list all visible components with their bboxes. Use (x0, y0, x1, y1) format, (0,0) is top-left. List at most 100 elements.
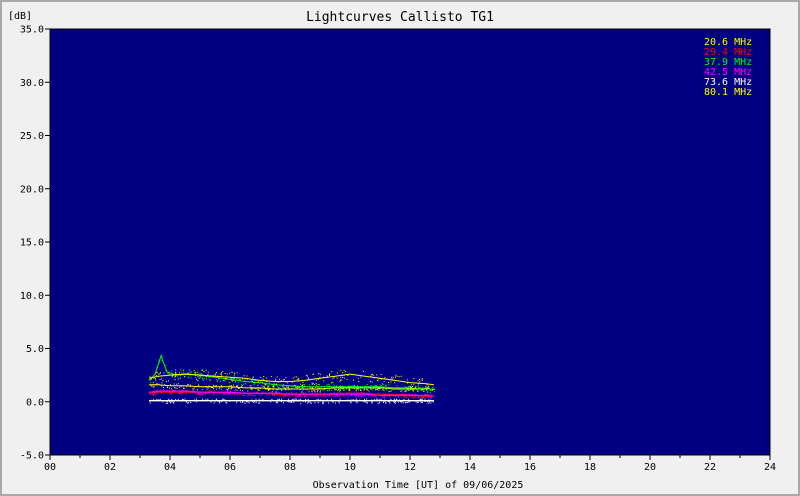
data-point (314, 391, 316, 393)
data-point (248, 395, 250, 396)
data-point (288, 387, 290, 389)
data-point (196, 390, 198, 391)
data-point (398, 396, 400, 398)
data-point (228, 378, 230, 380)
data-point (156, 391, 158, 393)
data-point (251, 393, 253, 395)
data-point (164, 384, 166, 386)
data-point (383, 394, 385, 396)
data-point (154, 393, 156, 395)
data-point (250, 388, 252, 390)
data-point (241, 390, 243, 392)
data-point (427, 391, 429, 393)
data-point (356, 388, 358, 390)
data-point (294, 398, 296, 400)
data-point (275, 380, 276, 382)
data-point (351, 385, 353, 387)
data-point (166, 387, 168, 388)
data-point (328, 390, 330, 391)
data-point (283, 402, 284, 404)
data-point (305, 375, 307, 377)
y-tick-label: 30.0 (20, 78, 44, 89)
data-point (302, 400, 304, 402)
data-point (317, 390, 319, 391)
data-point (417, 402, 419, 403)
data-point (380, 374, 382, 375)
data-point (372, 374, 374, 376)
data-point (292, 377, 294, 379)
data-point (316, 395, 318, 397)
data-point (400, 375, 402, 377)
data-point (242, 394, 244, 396)
data-point (167, 402, 169, 404)
data-point (323, 395, 325, 397)
x-tick-label: 24 (764, 462, 776, 473)
data-point (342, 377, 344, 378)
data-point (232, 378, 234, 380)
data-point (218, 379, 220, 381)
data-point (161, 356, 163, 358)
data-point (282, 379, 284, 381)
data-point (209, 379, 211, 381)
data-point (240, 401, 242, 403)
data-point (295, 396, 297, 398)
data-point (259, 400, 260, 402)
data-point (264, 385, 266, 387)
data-point (277, 402, 279, 404)
data-point (311, 391, 313, 392)
data-point (314, 402, 316, 404)
data-point (188, 371, 190, 373)
y-tick-label: 15.0 (20, 238, 44, 249)
data-point (228, 388, 229, 390)
data-point (239, 387, 240, 389)
data-point (399, 389, 401, 390)
data-point (289, 400, 291, 401)
data-point (294, 385, 296, 387)
data-point (291, 399, 293, 400)
data-point (232, 393, 234, 395)
data-point (340, 369, 342, 371)
data-point (182, 399, 184, 400)
data-point (224, 373, 226, 374)
data-point (173, 391, 174, 393)
data-point (326, 375, 328, 377)
data-point (295, 386, 297, 388)
data-point (426, 394, 428, 396)
data-point (381, 383, 383, 385)
data-point (236, 385, 238, 387)
data-point (415, 394, 417, 396)
x-tick-label: 12 (404, 462, 416, 473)
data-point (293, 386, 294, 388)
data-point (152, 394, 154, 396)
data-point (309, 384, 311, 386)
data-point (346, 394, 347, 396)
data-point (424, 393, 426, 395)
data-point (312, 383, 314, 385)
data-point (339, 395, 341, 397)
data-point (348, 391, 350, 393)
data-point (293, 401, 295, 403)
data-point (177, 399, 179, 401)
data-point (157, 376, 159, 377)
data-point (404, 390, 406, 392)
data-point (380, 385, 382, 387)
data-point (400, 396, 402, 398)
data-point (375, 384, 377, 386)
y-tick-label: 0.0 (26, 397, 44, 408)
data-point (332, 401, 333, 402)
data-point (295, 394, 296, 396)
data-point (383, 389, 385, 391)
data-point (264, 384, 266, 385)
data-point (170, 393, 172, 395)
data-point (388, 391, 390, 393)
data-point (289, 396, 291, 398)
data-point (342, 400, 344, 402)
data-point (253, 384, 255, 386)
data-point (431, 397, 432, 399)
data-point (426, 389, 428, 391)
data-point (179, 386, 181, 388)
data-point (240, 399, 242, 401)
data-point (285, 381, 287, 383)
data-point (264, 388, 266, 390)
data-point (328, 387, 330, 389)
